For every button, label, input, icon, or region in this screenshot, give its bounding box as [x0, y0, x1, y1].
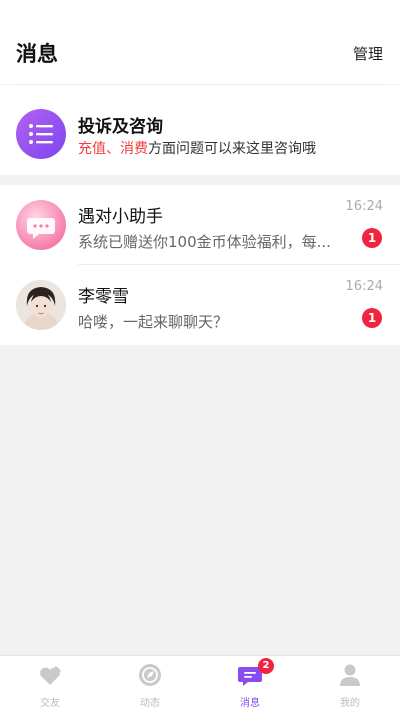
page-title: 消息 — [16, 42, 58, 66]
conversation-item[interactable]: 遇对小助手 系统已赠送你100金币体验福利，每... 16:24 1 — [0, 185, 400, 265]
tab-label: 交友 — [40, 698, 60, 709]
heart-chat-icon — [40, 666, 61, 685]
complaint-title: 投诉及咨询 — [78, 117, 163, 137]
tab-label: 我的 — [340, 698, 360, 709]
tab-messages[interactable]: 2 消息 — [200, 656, 300, 711]
tab-badge: 2 — [258, 658, 274, 674]
complaint-entry[interactable]: 投诉及咨询 充值、消费方面问题可以来这里咨询哦 — [0, 85, 400, 175]
conversation-name: 遇对小助手 — [78, 207, 163, 227]
conversation-item[interactable]: 李零雪 哈喽，一起来聊聊天？ 16:24 1 — [0, 265, 400, 345]
unread-badge: 1 — [362, 228, 382, 248]
complaint-subtitle-highlight: 充值、消费 — [78, 141, 148, 157]
user-avatar — [16, 280, 66, 330]
conversation-preview: 哈喽，一起来聊聊天？ — [78, 313, 229, 331]
unread-badge: 1 — [362, 308, 382, 328]
assistant-avatar — [16, 200, 66, 250]
tab-moments[interactable]: 动态 — [100, 656, 200, 711]
conversation-preview: 系统已赠送你100金币体验福利，每... — [78, 233, 331, 251]
tab-profile[interactable]: 我的 — [300, 656, 400, 711]
complaint-subtitle-text: 方面问题可以来这里咨询哦 — [148, 141, 316, 157]
person-icon — [340, 664, 360, 686]
compass-icon — [139, 664, 161, 686]
conversation-time: 16:24 — [345, 279, 383, 294]
conversation-time: 16:24 — [345, 199, 383, 214]
manage-button[interactable]: 管理 — [353, 43, 383, 64]
list-icon — [16, 109, 66, 159]
tab-friends[interactable]: 交友 — [0, 656, 100, 711]
header: 消息 管理 — [0, 0, 400, 84]
bottom-tab-bar: 交友 动态 2 消息 我的 — [0, 655, 400, 711]
tab-label: 消息 — [240, 698, 260, 709]
complaint-subtitle: 充值、消费方面问题可以来这里咨询哦 — [78, 138, 316, 158]
tab-label: 动态 — [140, 698, 160, 709]
conversation-name: 李零雪 — [78, 287, 129, 307]
